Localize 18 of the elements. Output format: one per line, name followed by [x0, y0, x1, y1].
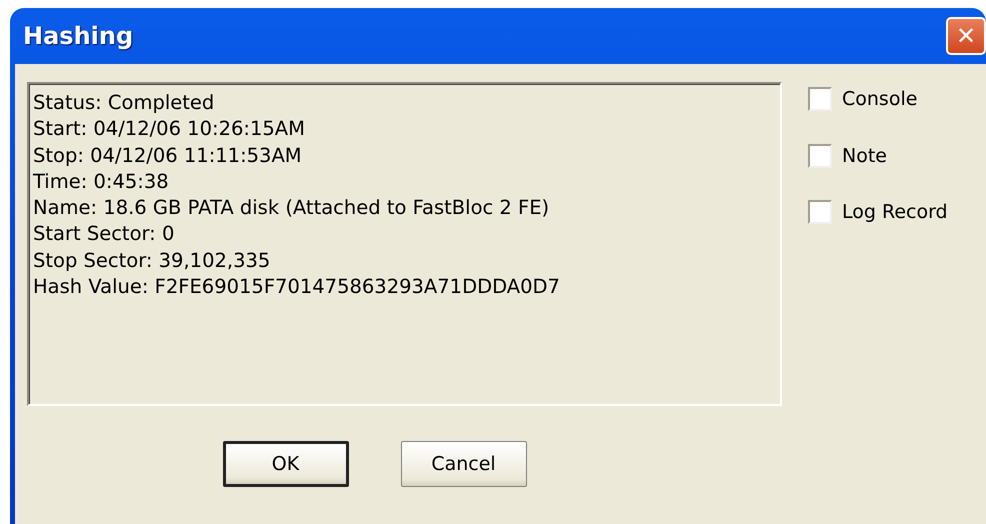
checkbox-label[interactable]: Log Record	[842, 198, 948, 226]
window-title: Hashing	[23, 22, 134, 50]
result-line: Name: 18.6 GB PATA disk (Attached to FastBloc 2 FE)	[33, 195, 550, 222]
result-line: Stop: 04/12/06 11:11:53AM	[33, 142, 303, 169]
close-button[interactable]: ✕	[946, 17, 986, 55]
cancel-button[interactable]: Cancel	[400, 441, 526, 487]
checkbox-label[interactable]: Note	[842, 142, 887, 170]
ok-button[interactable]: OK	[222, 441, 348, 487]
checkbox[interactable]	[808, 200, 832, 224]
result-line: Start Sector: 0	[33, 221, 176, 248]
result-line: Status: Completed	[33, 90, 216, 116]
result-line: Time: 0:45:38	[33, 168, 170, 195]
checkbox[interactable]	[808, 144, 832, 168]
result-line: Hash Value: F2FE69015F701475863293A71DDDA0D7	[33, 274, 561, 300]
result-line: Start: 04/12/06 10:26:15AM	[33, 116, 306, 142]
checkbox-label[interactable]: Console	[842, 85, 918, 114]
result-line: Stop Sector: 39,102,335	[33, 248, 272, 274]
checkbox[interactable]	[808, 87, 832, 112]
